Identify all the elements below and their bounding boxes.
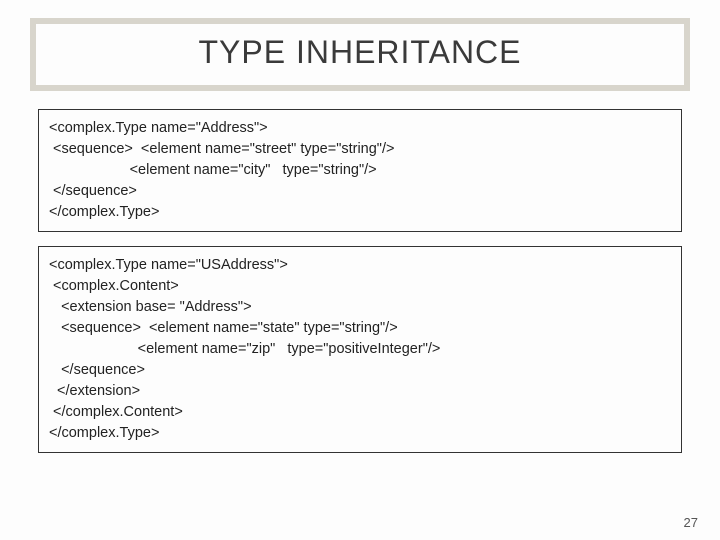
title-frame: TYPE INHERITANCE	[30, 18, 690, 91]
code-block-usaddress: <complex.Type name="USAddress"> <complex…	[38, 246, 682, 453]
page-title: TYPE INHERITANCE	[36, 34, 684, 71]
code-block-address: <complex.Type name="Address"> <sequence>…	[38, 109, 682, 232]
page-number: 27	[684, 515, 698, 530]
slide: TYPE INHERITANCE <complex.Type name="Add…	[0, 0, 720, 540]
